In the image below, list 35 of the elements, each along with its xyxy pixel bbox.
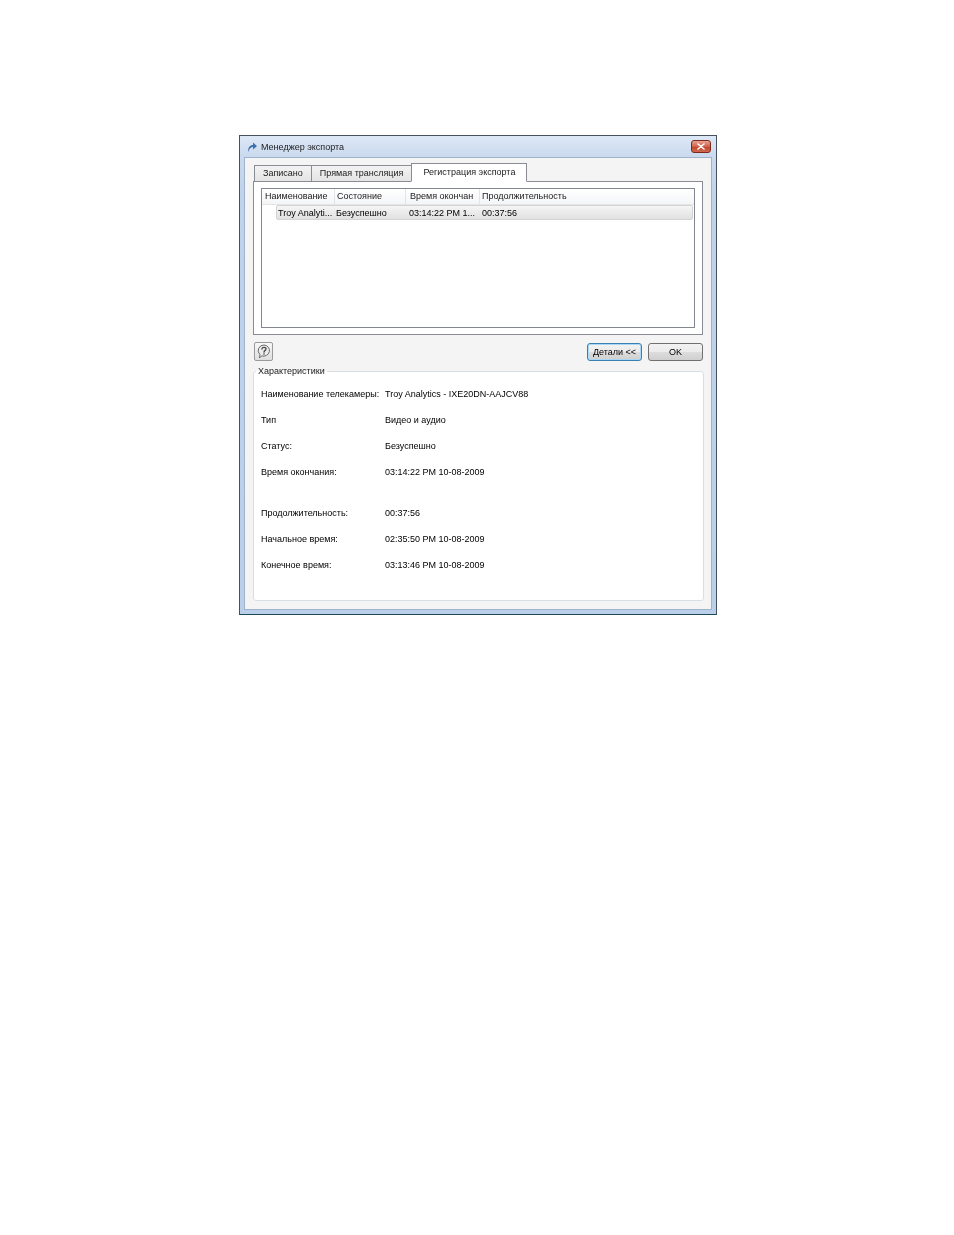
field-label: Статус:	[261, 441, 293, 451]
close-icon	[697, 143, 705, 150]
table-row[interactable]: Troy Analyti... Безуспешно 03:14:22 PM 1... 00:37:56	[276, 205, 693, 220]
field-label: Начальное время:	[261, 534, 339, 544]
field-label: Конечное время:	[261, 560, 333, 570]
curved-arrow-icon	[247, 141, 257, 152]
column-header[interactable]: Состояние	[335, 189, 406, 204]
field-label: Тип	[261, 415, 277, 425]
field-label: Продолжительность:	[261, 508, 350, 518]
table-cell-text: 03:14:22 PM 1...	[409, 207, 477, 218]
tab[interactable]: Прямая трансляция	[310, 165, 413, 182]
table-cell-text: Troy Analyti...	[277, 207, 334, 218]
field-value: 03:14:22 PM 10-08-2009	[385, 467, 485, 477]
tab[interactable]: Записано	[254, 165, 312, 182]
field-value: 00:37:56	[385, 508, 421, 518]
field-value: Безуспешно	[385, 441, 436, 451]
field-label: Наименование телекамеры:	[261, 389, 381, 399]
dialog-button[interactable]: OK	[648, 342, 703, 361]
column-header[interactable]: Время окончан	[406, 189, 480, 204]
field-value: 02:35:50 PM 10-08-2009	[385, 534, 485, 544]
tab[interactable]: Регистрация экспорта	[411, 163, 528, 182]
window-title: Менеджер экспорта	[261, 141, 344, 152]
help-icon	[256, 344, 271, 359]
close-button[interactable]	[691, 140, 711, 153]
group-title: Характеристики	[257, 366, 326, 377]
column-header[interactable]: Наименование	[262, 189, 335, 204]
dialog-button[interactable]: Детали <<	[587, 342, 642, 361]
field-value: 03:13:46 PM 10-08-2009	[385, 560, 485, 570]
help-button[interactable]	[254, 342, 273, 361]
table-cell: 00:37:56	[482, 207, 518, 218]
table-cell-text: Безуспешно	[336, 207, 388, 218]
field-label: Время окончания:	[261, 467, 338, 477]
column-header[interactable]: Продолжительность	[480, 189, 694, 204]
field-value: Видео и аудио	[385, 415, 446, 425]
field-value: Troy Analytics - IXE20DN-AAJCV88	[385, 389, 529, 399]
